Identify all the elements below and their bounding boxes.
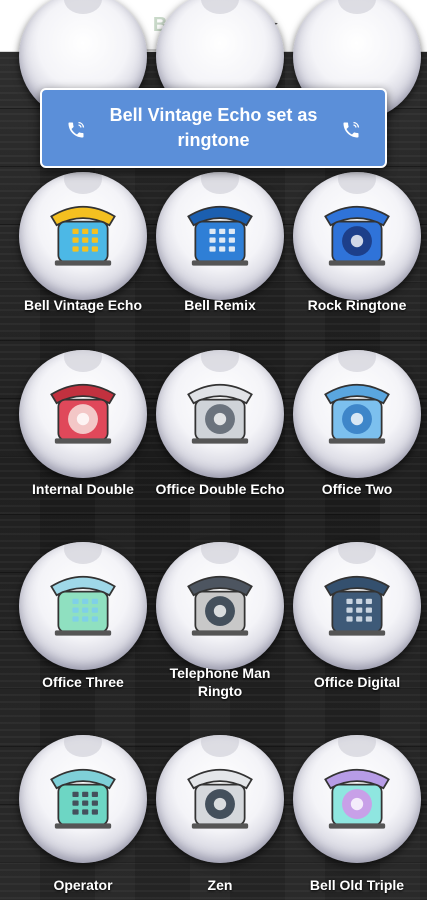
ringtone-label: Office Two [321,481,393,497]
toast-notification: Bell Vintage Echo set as ringtone [40,88,387,168]
ringtone-button[interactable] [19,350,147,478]
ringtone-label: Bell Old Triple [309,877,405,893]
bubble-shine [200,0,240,14]
ringtone-button[interactable] [293,735,421,863]
ringtone-button[interactable] [19,172,147,300]
ringtone-label: Internal Double [32,481,134,497]
ringtone-label: Bell Remix [184,297,256,313]
ringtone-label: Rock Ringtone [307,297,407,313]
ringtone-label: Office Double Echo [155,481,285,497]
ringtone-button[interactable] [156,172,284,300]
ringtone-button[interactable] [156,735,284,863]
ringtone-label: Telephone Man Ringto [169,665,271,699]
ringtone-label: Office Three [42,674,124,690]
ringtone-button[interactable] [293,542,421,670]
bubble-shine [337,0,377,14]
ringtone-label: Bell Vintage Echo [24,297,142,313]
ringtone-button[interactable] [156,350,284,478]
ringtone-label: Operator [53,877,113,893]
ringtone-button[interactable] [293,172,421,300]
ringtone-button[interactable] [156,542,284,670]
phone-icon [68,121,85,138]
bubble-shine [63,0,103,14]
ringtone-label: Zen [207,877,233,893]
ringtone-label: Office Digital [313,674,401,690]
ringtone-button[interactable] [19,735,147,863]
ringtone-button[interactable] [19,542,147,670]
ringtone-button[interactable] [293,350,421,478]
toast-message: Bell Vintage Echo set as ringtone [109,105,318,150]
phone-icon [343,121,360,138]
